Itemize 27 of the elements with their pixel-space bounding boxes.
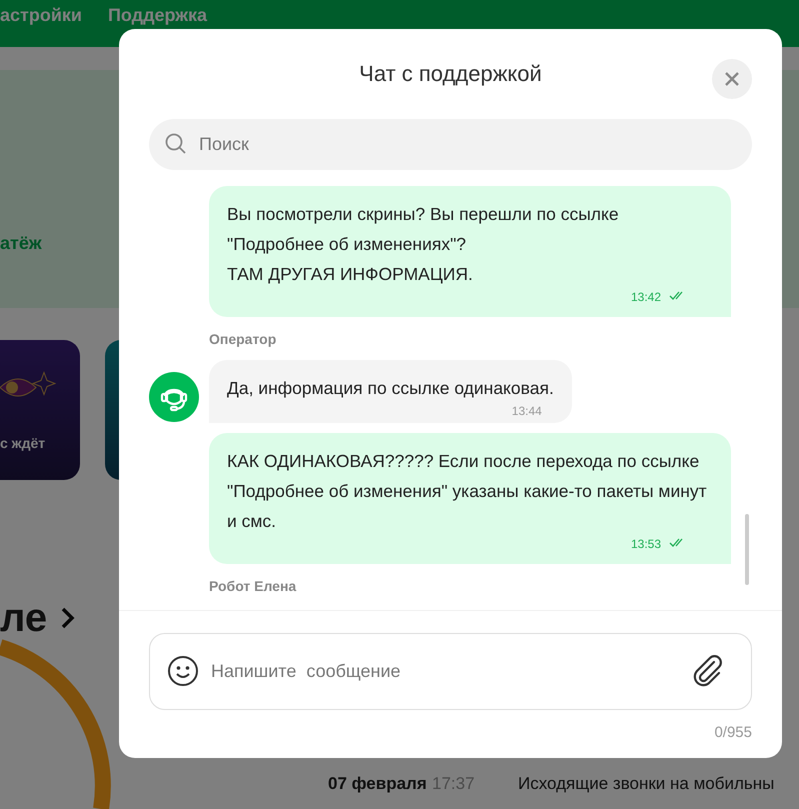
close-button[interactable] bbox=[712, 59, 752, 99]
sender-name: Оператор bbox=[209, 330, 278, 349]
promo-card[interactable]: с ждёт bbox=[0, 340, 80, 480]
history-description: Исходящие звонки на мобильны bbox=[518, 773, 774, 795]
sender-name: Робот Елена bbox=[209, 577, 298, 596]
paperclip-icon[interactable] bbox=[692, 655, 724, 687]
search-field[interactable]: Поиск bbox=[149, 119, 752, 170]
message-text: КАК ОДИНАКОВАЯ????? Если после перехода по ссылке "Подробнее об изменения" указаны какие-то пакеты минут и смс. bbox=[227, 450, 708, 533]
message-text: Да, информация по ссылке одинаковая. bbox=[227, 377, 554, 400]
message-time: 13:44 bbox=[512, 404, 542, 418]
message-text: Вы посмотрели скрины? Вы перешли по ссылке "Подробнее об изменениях"? ТАМ ДРУГАЯ ИНФОРМАЦИЯ. bbox=[227, 203, 620, 286]
emoji-icon[interactable] bbox=[167, 655, 199, 687]
close-icon bbox=[724, 71, 740, 87]
nav-link[interactable]: Поддержка bbox=[108, 2, 208, 29]
character-counter: 0/955 bbox=[713, 723, 752, 743]
message-input[interactable]: Напишите сообщение bbox=[149, 633, 752, 710]
nav-link[interactable]: астройки bbox=[0, 2, 82, 29]
message-time: 13:53 bbox=[630, 537, 661, 551]
dialog-title: Чат с поддержкой bbox=[359, 60, 542, 88]
card-caption: с ждёт bbox=[0, 434, 46, 453]
operator-avatar bbox=[149, 372, 199, 422]
payment-link[interactable]: атёж bbox=[0, 233, 42, 253]
section-title: ле bbox=[0, 598, 48, 638]
message-time: 13:42 bbox=[630, 290, 661, 304]
chevron-right-icon[interactable] bbox=[61, 607, 76, 629]
history-date: 07 февраля bbox=[328, 773, 428, 795]
scrollbar[interactable] bbox=[745, 514, 749, 585]
